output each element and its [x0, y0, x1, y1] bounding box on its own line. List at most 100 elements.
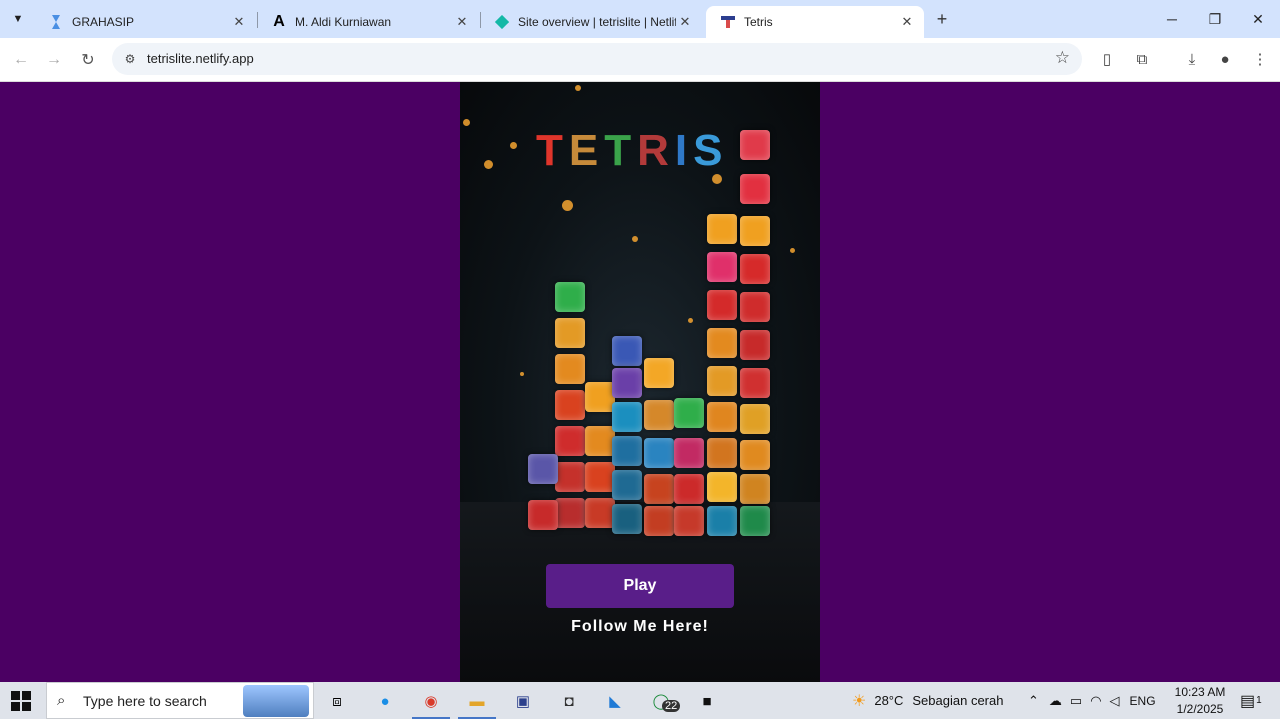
tetris-block: [644, 400, 674, 430]
menu-icon[interactable]: ⋮: [1249, 48, 1271, 70]
close-icon[interactable]: ✕: [676, 13, 694, 31]
tetris-block: [740, 254, 770, 284]
spark: [463, 119, 470, 126]
back-button[interactable]: ←: [8, 47, 34, 73]
tab-netlify[interactable]: Site overview | tetrislite | Netlify ✕: [480, 6, 702, 38]
reload-button[interactable]: ↻: [75, 47, 101, 73]
play-button[interactable]: Play: [546, 564, 734, 608]
tetris-block: [555, 390, 585, 420]
terminal-icon[interactable]: ■: [692, 686, 722, 716]
windows-start-icon[interactable]: [10, 690, 32, 712]
page-background: TETRIS Play Follow Me Here!: [0, 82, 1280, 682]
tetris-block: [555, 282, 585, 312]
tetris-block: [612, 336, 642, 366]
forward-button[interactable]: →: [41, 47, 67, 73]
tetris-block: [612, 368, 642, 398]
spark: [632, 236, 638, 242]
file-explorer-icon[interactable]: ▬: [462, 686, 492, 716]
tetris-block: [585, 382, 615, 412]
tetris-block: [644, 474, 674, 504]
taskbar: ⌕ Type here to search ⧈ ● ◉ ▬ ▣ ◘ ◣ ◯ 22…: [0, 682, 1280, 719]
notification-center[interactable]: ▤ 1: [1240, 682, 1262, 719]
restore-button[interactable]: ❐: [1193, 0, 1237, 38]
tetris-block: [528, 454, 558, 484]
vscode-icon[interactable]: ◣: [600, 686, 630, 716]
profile-avatar[interactable]: ●: [1214, 48, 1236, 70]
tetris-block: [740, 440, 770, 470]
tetris-block: [612, 402, 642, 432]
tab-title: Tetris: [744, 15, 773, 29]
tetris-block: [555, 462, 585, 492]
chevron-up-icon[interactable]: ⌃: [1028, 693, 1039, 709]
tab-tetris[interactable]: Tetris ✕: [706, 6, 924, 38]
task-view-icon[interactable]: ⧈: [322, 686, 352, 716]
browser-toolbar: ← → ↻ ⚙ tetrislite.netlify.app ☆ ▯ ⧉ ⤓ ●…: [0, 38, 1280, 82]
edge-icon[interactable]: ●: [370, 686, 400, 716]
tetris-block: [555, 426, 585, 456]
tetris-block: [674, 398, 704, 428]
address-bar[interactable]: ⚙ tetrislite.netlify.app ☆: [112, 43, 1082, 75]
tetris-block: [585, 426, 615, 456]
tetris-block: [740, 174, 770, 204]
camera-icon[interactable]: ◘: [554, 686, 584, 716]
chevron-down-icon: ▼: [12, 13, 24, 25]
tetris-block: [644, 506, 674, 536]
new-tab-button[interactable]: +: [932, 9, 952, 29]
close-icon[interactable]: ✕: [230, 13, 248, 31]
tab-grahasip[interactable]: GRAHASIP ✕: [34, 6, 256, 38]
tetris-block: [674, 506, 704, 536]
letter-a-icon: A: [273, 13, 285, 30]
download-icon[interactable]: ⤓: [1181, 48, 1203, 70]
tetris-block: [707, 290, 737, 320]
site-info-icon[interactable]: ⚙: [120, 49, 140, 69]
tetris-block: [740, 292, 770, 322]
spark: [484, 160, 493, 169]
logo-letter-t: T: [536, 126, 569, 175]
logo-letter-e: E: [568, 126, 605, 175]
tetris-block: [740, 404, 770, 434]
spark: [520, 372, 524, 376]
weather-desc: Sebagian cerah: [912, 693, 1004, 708]
weather-temp: 28°C: [874, 693, 904, 708]
tetris-block: [707, 402, 737, 432]
whatsapp-badge: 22: [662, 700, 681, 712]
tab-strip: ▼ GRAHASIP ✕ A M. Aldi Kurniawan ✕ Site …: [0, 0, 1280, 38]
weather-widget[interactable]: ☀ 28°C Sebagian cerah: [852, 682, 1003, 719]
bookmark-star-icon[interactable]: ☆: [1055, 48, 1070, 68]
tetris-logo: TETRIS: [536, 126, 729, 176]
extensions-icon[interactable]: ⧉: [1131, 48, 1153, 70]
logo-letter-t: T: [604, 126, 638, 175]
taskbar-search[interactable]: ⌕ Type here to search: [46, 682, 314, 719]
follow-link[interactable]: Follow Me Here!: [460, 618, 820, 636]
language-indicator[interactable]: ENG: [1130, 694, 1156, 708]
url-text[interactable]: tetrislite.netlify.app: [147, 51, 254, 66]
tab-aldi[interactable]: A M. Aldi Kurniawan ✕: [257, 6, 479, 38]
spark: [688, 318, 693, 323]
close-icon[interactable]: ✕: [453, 13, 471, 31]
spark: [562, 200, 573, 211]
tetris-block: [555, 498, 585, 528]
clock-date: 1/2/2025: [1176, 702, 1224, 716]
tetris-block: [674, 474, 704, 504]
battery-icon[interactable]: ▭: [1070, 693, 1082, 709]
spark: [790, 248, 795, 253]
wifi-icon[interactable]: ◠: [1090, 693, 1101, 709]
clock[interactable]: 10:23 AM 1/2/2025: [1168, 684, 1232, 718]
tetris-block: [707, 506, 737, 536]
reading-list-icon[interactable]: ▯: [1096, 48, 1118, 70]
tab-title: M. Aldi Kurniawan: [295, 15, 392, 29]
tab-search-button[interactable]: ▼: [6, 8, 30, 30]
dev-app-icon[interactable]: ▣: [508, 686, 538, 716]
volume-muted-icon[interactable]: ◁: [1110, 693, 1120, 709]
tetris-block: [707, 366, 737, 396]
tetris-block: [707, 252, 737, 282]
tetris-block: [740, 330, 770, 360]
close-window-button[interactable]: ✕: [1236, 0, 1280, 38]
close-icon[interactable]: ✕: [898, 13, 916, 31]
minimize-button[interactable]: ─: [1150, 0, 1194, 38]
tetris-block: [585, 462, 615, 492]
tetris-block: [707, 214, 737, 244]
cloud-icon[interactable]: ☁: [1049, 693, 1062, 709]
tetris-block: [644, 438, 674, 468]
chrome-icon[interactable]: ◉: [416, 686, 446, 716]
